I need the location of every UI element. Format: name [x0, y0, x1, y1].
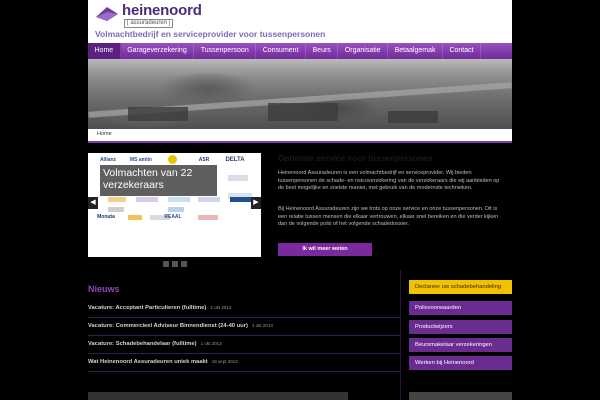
news-item[interactable]: Vacature: Schadebehandelaar (fulltime) 1 …	[88, 336, 401, 354]
breadcrumb[interactable]: Home	[97, 131, 112, 137]
news-item-title: Vacature: Acceptant Particulieren (fullt…	[88, 305, 207, 311]
slide-caption-text: Volmachten van 22 verzekeraars	[103, 167, 193, 191]
nav-item-garageverzekering[interactable]: Garageverzekering	[121, 43, 195, 59]
hero-town-block	[128, 107, 188, 121]
insurer-logo	[198, 215, 218, 220]
sidebar-item-productwijzers[interactable]: Productwijzers	[409, 320, 512, 334]
news-item-title: Vacature: Schadebehandelaar (fulltime)	[88, 341, 197, 347]
insurer-logo	[228, 175, 248, 181]
next-section-heading	[409, 392, 512, 400]
news-item-text: Vacature: Acceptant Particulieren (fullt…	[88, 305, 231, 311]
news-item[interactable]: Wat Heinenoord Assuradeuren uniek maakt 1…	[88, 354, 401, 372]
news-title: Nieuws	[88, 284, 120, 294]
brand-name: heinenoord	[122, 2, 202, 19]
slider-dots	[163, 261, 187, 267]
slider-next-icon[interactable]: ▶	[251, 197, 261, 209]
insurer-logo-asr: ASR	[198, 157, 210, 163]
insurer-logo-monuta: Monuta	[97, 214, 115, 220]
nav-item-contact[interactable]: Contact	[443, 43, 482, 59]
news-item-text: Vacature: Schadebehandelaar (fulltime) 1 …	[88, 341, 222, 347]
nav-item-home[interactable]: Home	[88, 43, 121, 59]
page: heinenoord [ assuradeuren ] Volmachtbedr…	[0, 0, 600, 400]
news-item-text: Wat Heinenoord Assuradeuren uniek maakt 1…	[88, 359, 238, 365]
insurer-slider[interactable]: Allianz MS amlin ASR DELTA Monuta REAAL …	[88, 153, 261, 257]
more-info-button[interactable]: Ik wil meer weten	[278, 243, 372, 256]
insurer-logo-msamlin: MS amlin	[130, 157, 152, 163]
insurer-logo-reaal: REAAL	[164, 214, 182, 220]
next-section-heading	[88, 392, 348, 400]
insurer-logo	[108, 207, 124, 212]
news-item-date: 1 okt 2013	[200, 341, 222, 346]
breadcrumb-bar: Home	[88, 129, 512, 143]
tagline: Volmachtbedrijf en serviceprovider voor …	[95, 29, 326, 39]
slider-dot[interactable]	[163, 261, 169, 267]
insurer-logo	[108, 197, 126, 202]
news-item-title: Vacature: Commercieel Adviseur Binnendie…	[88, 323, 248, 329]
news-item[interactable]: Vacature: Acceptant Particulieren (fullt…	[88, 300, 401, 318]
insurer-logo	[168, 207, 184, 212]
nav-item-consument[interactable]: Consument	[256, 43, 307, 59]
nav-item-tussenpersoon[interactable]: Tussenpersoon	[194, 43, 257, 59]
insurer-logo-delta: DELTA	[225, 157, 245, 163]
intro-paragraph: Bij Heinenoord Assuradeuren zijn we trot…	[278, 206, 499, 228]
insurer-logo	[198, 197, 220, 202]
insurer-logo	[128, 215, 142, 220]
news-item-date: 2 okt 2013	[210, 305, 232, 310]
nav-item-betaalgemak[interactable]: Betaalgemak	[388, 43, 443, 59]
slider-dot[interactable]	[181, 261, 187, 267]
logo[interactable]: heinenoord [ assuradeuren ]	[95, 2, 202, 28]
news-item-date: 1 okt 2013	[251, 323, 273, 328]
insurer-logo-allianz: Allianz	[99, 157, 117, 163]
news-section: Nieuws Vacature: Acceptant Particulieren…	[88, 270, 401, 400]
news-item[interactable]: Vacature: Commercieel Adviseur Binnendie…	[88, 318, 401, 336]
main-nav: Home Garageverzekering Tussenpersoon Con…	[88, 43, 512, 59]
insurer-logo	[136, 197, 158, 202]
news-item-text: Vacature: Commercieel Adviseur Binnendie…	[88, 323, 273, 329]
intro-title: Optimale service voor tussenpersonen	[278, 154, 433, 163]
insurer-logo	[168, 197, 190, 202]
sidebar-item-beursmakelaar[interactable]: Beursmakelaar verzekeringen	[409, 338, 512, 352]
slider-dot[interactable]	[172, 261, 178, 267]
intro-paragraph: Heinenoord Assuradeuren is een volmachtb…	[278, 170, 500, 192]
slide-caption: Volmachten van 22 verzekeraars	[100, 165, 217, 196]
logo-mark-icon	[96, 7, 118, 21]
news-item-date: 18 sept 2013	[211, 359, 238, 364]
hero-town-block	[388, 111, 438, 123]
sidebar-item-werken[interactable]: Werken bij Heinenoord	[409, 356, 512, 370]
hero-image	[88, 59, 512, 129]
nav-item-beurs[interactable]: Beurs	[306, 43, 339, 59]
insurer-logo	[230, 197, 252, 202]
sidebar-item-declareer[interactable]: Declareer uw schadebehandeling	[409, 280, 512, 294]
slider-prev-icon[interactable]: ◀	[88, 197, 98, 209]
news-item-title: Wat Heinenoord Assuradeuren uniek maakt	[88, 359, 208, 365]
sidebar-item-polisvoorwaarden[interactable]: Polisvoorwaarden	[409, 301, 512, 315]
header: heinenoord [ assuradeuren ] Volmachtbedr…	[88, 0, 512, 43]
hero-town-block	[268, 103, 338, 121]
brand-sub: [ assuradeuren ]	[124, 19, 174, 28]
nav-item-organisatie[interactable]: Organisatie	[338, 43, 389, 59]
insurer-logo-round	[168, 155, 177, 164]
